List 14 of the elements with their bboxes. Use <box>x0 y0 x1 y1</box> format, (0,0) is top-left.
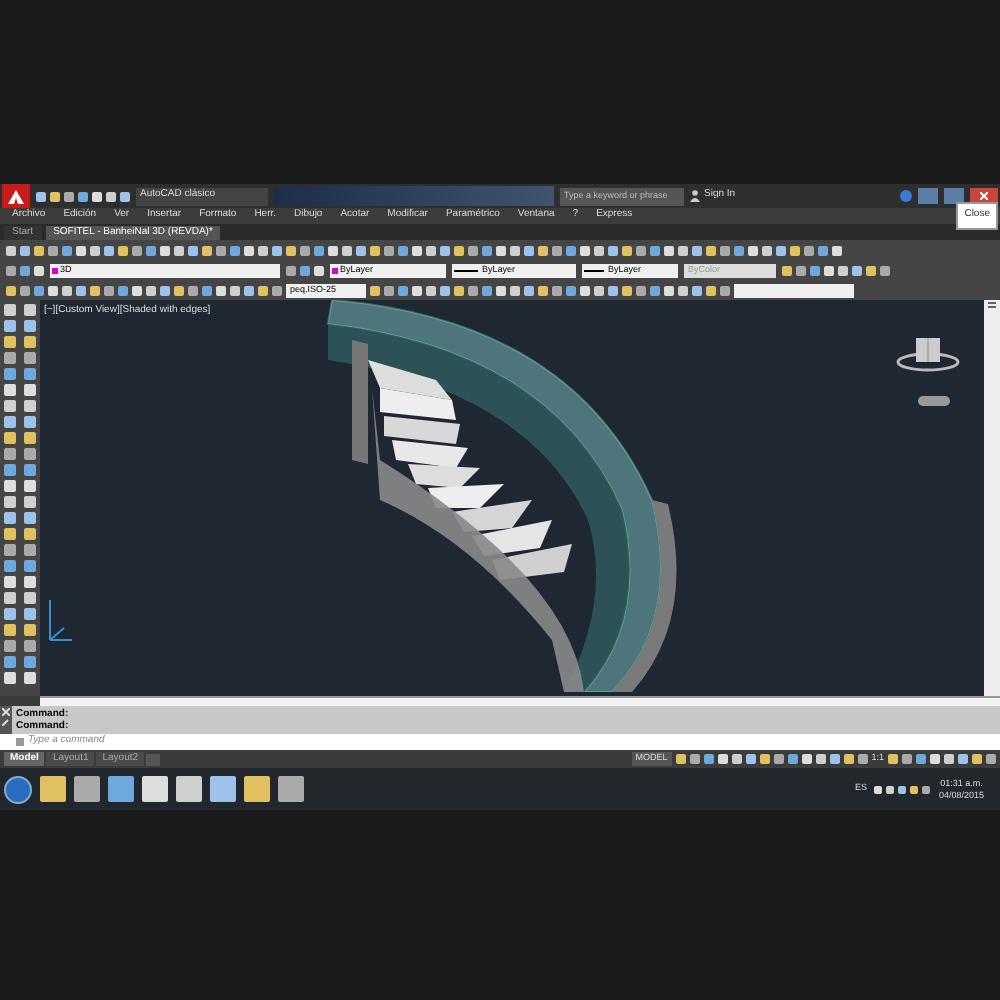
viewport-menu-icon[interactable] <box>988 302 996 308</box>
horizontal-scrollbar[interactable] <box>40 696 1000 706</box>
user-icon <box>690 190 700 202</box>
wcs-button[interactable] <box>918 396 950 406</box>
help-icon[interactable] <box>900 190 912 202</box>
wrench-icon[interactable] <box>2 718 10 726</box>
ucs-axes-icon <box>46 596 74 644</box>
close-icon[interactable] <box>2 708 10 716</box>
view-cube-icon[interactable] <box>896 336 960 372</box>
close-icon <box>980 192 988 200</box>
start-button[interactable] <box>4 775 32 803</box>
logo-icon <box>8 189 24 203</box>
style-dropdown[interactable] <box>734 283 854 297</box>
application-button[interactable] <box>2 184 30 208</box>
